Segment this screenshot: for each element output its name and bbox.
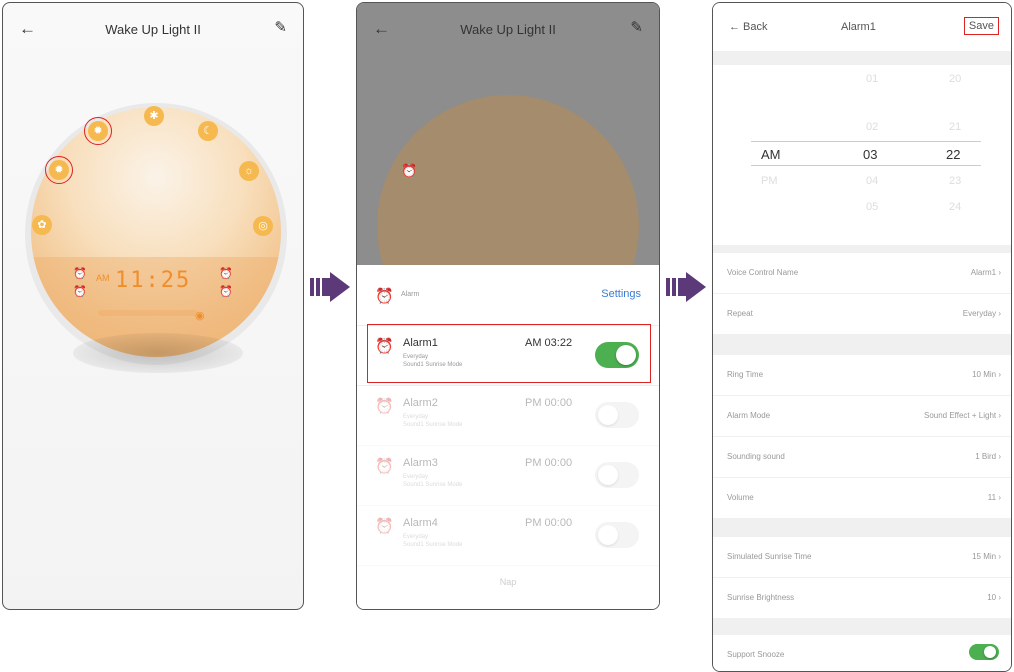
page-title: Alarm1 xyxy=(841,21,876,33)
lamp-body xyxy=(31,107,281,357)
page-title: Wake Up Light II xyxy=(460,21,556,37)
picker-minute: 23 xyxy=(949,175,962,187)
alarm-icon: ⏰ xyxy=(401,163,418,178)
highlight-circle xyxy=(84,117,112,145)
alarm-icon[interactable]: ⏰ xyxy=(219,285,233,298)
picker-ampm: PM xyxy=(761,175,778,187)
highlight-circle xyxy=(45,156,73,184)
alarm-time: PM 00:00 xyxy=(525,517,573,529)
setting-alarm-mode[interactable]: Alarm Mode Sound Effect + Light › xyxy=(713,396,1011,437)
setting-sunrise-brightness[interactable]: Sunrise Brightness 10 › xyxy=(713,578,1011,619)
alarm-name: Alarm4 xyxy=(403,517,438,529)
pencil-icon[interactable]: ✎ xyxy=(274,18,287,36)
page-title: Wake Up Light II xyxy=(105,21,201,37)
picker-minute: 24 xyxy=(949,201,962,213)
am-indicator: AM xyxy=(96,273,110,283)
setting-snooze: Support Snooze xyxy=(713,635,1011,671)
alarm-repeat: Everyday xyxy=(403,534,429,540)
alarm-name: Alarm2 xyxy=(403,397,438,409)
alarm-detail: Sound1 Sunrise Mode xyxy=(403,422,463,428)
alarm-list-screen: ← Wake Up Light II ✎ ⏰ ⏰ Alarm Settings … xyxy=(356,2,660,610)
moon-icon[interactable]: ☾ xyxy=(198,121,218,141)
alarm-icon: ⏰ xyxy=(375,288,394,305)
alarm-icon[interactable]: ⏰ xyxy=(219,267,233,280)
setting-sound[interactable]: Sounding sound 1 Bird › xyxy=(713,437,1011,478)
wifi-icon: ◉ xyxy=(195,310,205,322)
fan-icon[interactable]: ✱ xyxy=(144,106,164,126)
picker-hour: 05 xyxy=(866,201,879,213)
sheet-header: ⏰ Alarm Settings xyxy=(357,265,659,326)
setting-voice-name[interactable]: Voice Control Name Alarm1 › xyxy=(713,253,1011,294)
alarm-toggle[interactable] xyxy=(595,522,639,548)
picker-minute[interactable]: 22 xyxy=(946,147,960,162)
alarm-detail: Sound1 Sunrise Mode xyxy=(403,482,463,488)
alarm-repeat: Everyday xyxy=(403,414,429,420)
setting-ring-time[interactable]: Ring Time 10 Min › xyxy=(713,355,1011,396)
picker-ampm[interactable]: AM xyxy=(761,147,781,162)
clock-display: 11:25 xyxy=(115,268,192,293)
next-arrow-icon xyxy=(310,272,350,302)
flower-icon[interactable]: ✿ xyxy=(32,215,52,235)
nap-link[interactable]: Nap xyxy=(357,577,659,587)
pencil-icon[interactable]: ✎ xyxy=(630,18,643,36)
setting-sunrise-time[interactable]: Simulated Sunrise Time 15 Min › xyxy=(713,537,1011,578)
picker-hour: 01 xyxy=(866,73,879,85)
setting-volume[interactable]: Volume 11 › xyxy=(713,478,1011,519)
alarm-row[interactable]: ⏰ Alarm4 Everyday Sound1 Sunrise Mode PM … xyxy=(357,505,659,566)
picker-hour: 04 xyxy=(866,175,879,187)
picker-hour: 02 xyxy=(866,121,879,133)
picker-hour[interactable]: 03 xyxy=(863,147,877,162)
highlight-box xyxy=(367,324,651,383)
picker-minute: 20 xyxy=(949,73,962,85)
sheet-label: Alarm xyxy=(401,291,420,298)
radio-icon[interactable]: ◎ xyxy=(253,216,273,236)
save-button[interactable]: Save xyxy=(963,17,999,35)
indicator-bar xyxy=(98,310,198,316)
back-button[interactable]: ← Back xyxy=(729,21,768,33)
picker-minute: 21 xyxy=(949,121,962,133)
snooze-toggle[interactable] xyxy=(969,644,999,660)
alarm-icon[interactable]: ⏰ xyxy=(73,267,87,280)
time-picker[interactable]: 01 20 02 21 AM 03 22 PM 04 23 05 24 xyxy=(713,65,1011,245)
next-arrow-icon xyxy=(666,272,706,302)
alarm-row[interactable]: ⏰ Alarm3 Everyday Sound1 Sunrise Mode PM … xyxy=(357,445,659,506)
alarm-toggle[interactable] xyxy=(595,402,639,428)
arrow-left-icon[interactable]: ← xyxy=(19,19,36,39)
alarm-detail: Sound1 Sunrise Mode xyxy=(403,542,463,548)
alarm-row[interactable]: ⏰ Alarm2 Everyday Sound1 Sunrise Mode PM … xyxy=(357,385,659,446)
top-bar: ← Wake Up Light II ✎ xyxy=(3,3,303,55)
top-bar: ← Wake Up Light II ✎ xyxy=(357,3,659,55)
setting-repeat[interactable]: Repeat Everyday › xyxy=(713,294,1011,335)
alarm-edit-screen: ← Back Alarm1 Save 01 20 02 21 AM 03 22 … xyxy=(712,2,1012,672)
alarm-time: PM 00:00 xyxy=(525,457,573,469)
alarm-name: Alarm3 xyxy=(403,457,438,469)
arrow-left-icon[interactable]: ← xyxy=(373,19,390,39)
lamp-screen: ← Wake Up Light II ✎ ✱ ✹ ☾ ✹ ☼ ✿ ◎ ⏰ ⏰ A… xyxy=(2,2,304,610)
alarm-repeat: Everyday xyxy=(403,474,429,480)
alarm-toggle[interactable] xyxy=(595,462,639,488)
alarm-icon: ⏰ xyxy=(375,458,394,475)
alarm-time: PM 00:00 xyxy=(525,397,573,409)
alarm-sheet: ⏰ Alarm Settings ⏰ Alarm1 Everyday Sound1… xyxy=(357,265,659,609)
sun-icon[interactable]: ☼ xyxy=(239,161,259,181)
alarm-icon: ⏰ xyxy=(375,398,394,415)
top-bar: ← Back Alarm1 Save xyxy=(713,3,1011,51)
alarm-icon[interactable]: ⏰ xyxy=(73,285,87,298)
settings-link[interactable]: Settings xyxy=(601,288,641,300)
alarm-icon: ⏰ xyxy=(375,518,394,535)
